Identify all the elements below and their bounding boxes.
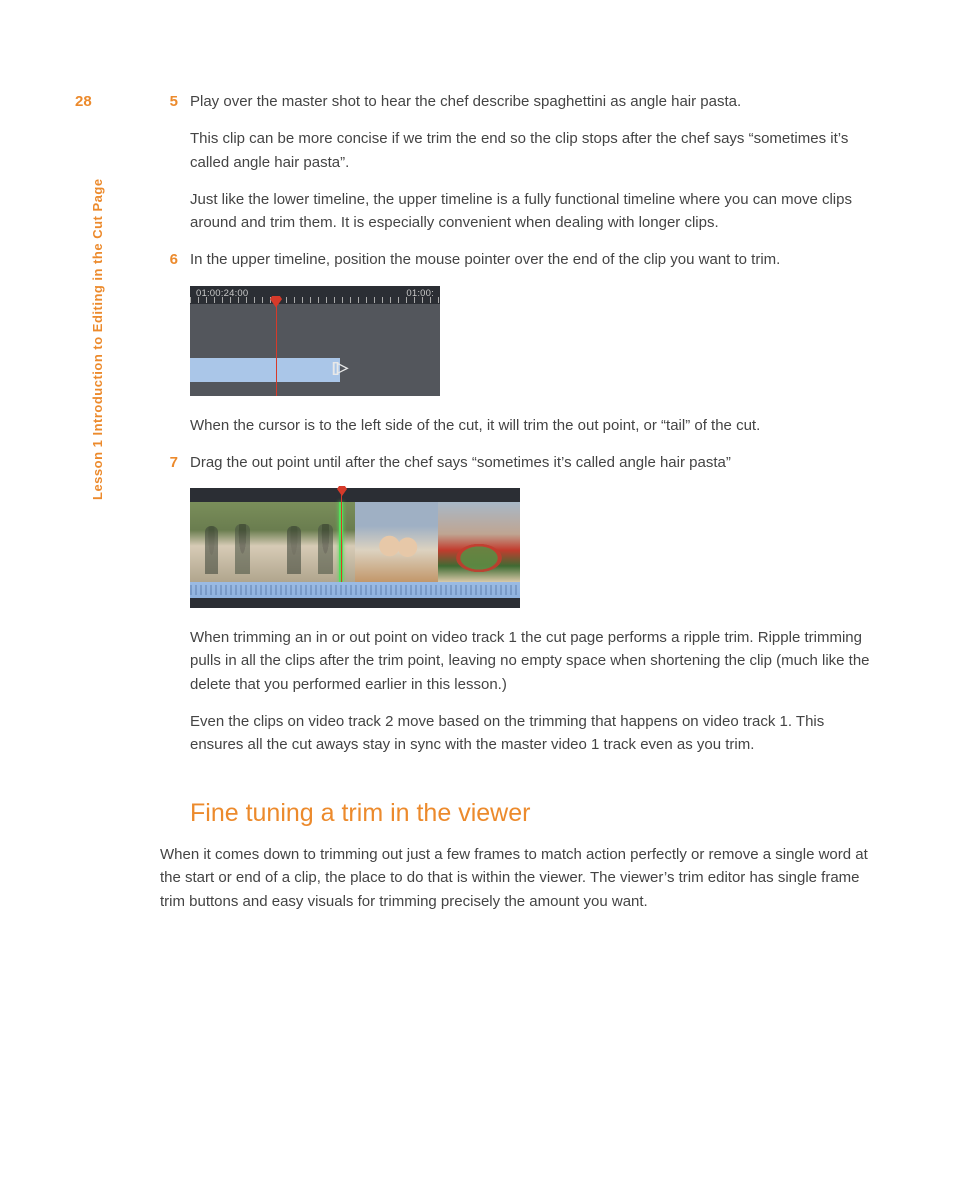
filmstrip-audio-track xyxy=(190,582,520,598)
playhead-icon xyxy=(276,303,277,396)
step-7: 7 Drag the out point until after the che… xyxy=(190,451,874,757)
filmstrip-widget xyxy=(190,488,520,608)
timeline-widget: 01:00:24:00 01:00: []▷ xyxy=(190,286,440,396)
playhead-line-icon xyxy=(341,488,342,582)
thumbnail-kitchen-1 xyxy=(190,502,273,582)
thumbnail-salad xyxy=(438,502,521,582)
page-content: 5 Play over the master shot to hear the … xyxy=(190,90,874,913)
step-7-after-para-2: Even the clips on video track 2 move bas… xyxy=(190,710,874,757)
side-lesson-label: Lesson 1 Introduction to Editing in the … xyxy=(88,178,108,500)
filmstrip-thumbnails xyxy=(190,502,520,582)
step-number: 5 xyxy=(158,90,178,113)
step-5: 5 Play over the master shot to hear the … xyxy=(190,90,874,234)
step-number: 7 xyxy=(158,451,178,474)
section-body-para: When it comes down to trimming out just … xyxy=(160,843,874,913)
step-7-after-para-1: When trimming an in or out point on vide… xyxy=(190,626,874,696)
step-6-para-1: In the upper timeline, position the mous… xyxy=(190,248,874,271)
figure-upper-timeline: 01:00:24:00 01:00: []▷ xyxy=(190,286,874,396)
filmstrip-ruler xyxy=(190,488,520,502)
ruler-ticks xyxy=(190,297,440,303)
step-6: 6 In the upper timeline, position the mo… xyxy=(190,248,874,437)
timeline-clip xyxy=(190,358,340,382)
step-6-after-para: When the cursor is to the left side of t… xyxy=(190,414,874,437)
step-5-para-2: This clip can be more concise if we trim… xyxy=(190,127,874,174)
filmstrip-footer xyxy=(190,598,520,608)
timeline-ruler: 01:00:24:00 01:00: xyxy=(190,286,440,304)
section-heading: Fine tuning a trim in the viewer xyxy=(190,794,874,833)
page-number: 28 xyxy=(75,90,92,113)
step-number: 6 xyxy=(158,248,178,271)
thumbnail-hands xyxy=(355,502,438,582)
trim-cursor-icon: []▷ xyxy=(332,357,346,379)
figure-filmstrip xyxy=(190,488,874,608)
document-page: 28 Lesson 1 Introduction to Editing in t… xyxy=(0,0,954,1177)
step-5-para-1: Play over the master shot to hear the ch… xyxy=(190,90,874,113)
timeline-body: []▷ xyxy=(190,304,440,396)
step-7-para-1: Drag the out point until after the chef … xyxy=(190,451,874,474)
step-5-para-3: Just like the lower timeline, the upper … xyxy=(190,188,874,235)
